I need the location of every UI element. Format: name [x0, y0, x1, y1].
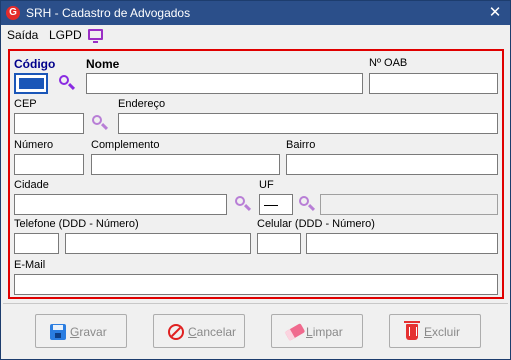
- cep-label: CEP: [14, 98, 37, 110]
- menu-item-saida[interactable]: Saída: [7, 28, 38, 42]
- cancelar-button[interactable]: Cancelar: [153, 314, 245, 348]
- trash-icon: [404, 321, 420, 340]
- celular-label: Celular (DDD - Número): [257, 218, 375, 230]
- gravar-label: Gravar: [70, 325, 107, 339]
- telefone-ddd-field[interactable]: [14, 233, 59, 254]
- cidade-search-icon[interactable]: [234, 195, 252, 213]
- divider: [3, 303, 508, 304]
- monitor-icon[interactable]: [88, 29, 103, 43]
- bairro-label: Bairro: [286, 139, 316, 151]
- uf-search-icon[interactable]: [298, 195, 316, 213]
- cep-search-icon[interactable]: [91, 114, 109, 132]
- endereco-field[interactable]: [118, 113, 498, 134]
- telefone-numero-field[interactable]: [65, 233, 251, 254]
- nome-label: Nome: [86, 57, 120, 71]
- numero-label: Número: [14, 139, 54, 151]
- uf-label: UF: [259, 179, 274, 191]
- codigo-field[interactable]: [14, 73, 48, 94]
- oab-field[interactable]: [369, 73, 498, 94]
- limpar-button[interactable]: Limpar: [271, 314, 363, 348]
- codigo-selection: [19, 78, 44, 89]
- complemento-label: Complemento: [91, 139, 160, 151]
- window-title: SRH - Cadastro de Advogados: [26, 6, 191, 20]
- bairro-field[interactable]: [286, 154, 498, 175]
- celular-numero-field[interactable]: [306, 233, 498, 254]
- uf-field[interactable]: [259, 194, 293, 215]
- codigo-label: Código: [14, 57, 56, 71]
- uf-value: [264, 205, 278, 206]
- endereco-label: Endereço: [118, 98, 166, 110]
- menu-bar: Saída LGPD: [1, 25, 510, 45]
- celular-ddd-field[interactable]: [257, 233, 301, 254]
- nome-field[interactable]: [86, 73, 363, 94]
- telefone-label: Telefone (DDD - Número): [14, 218, 139, 230]
- cidade-label: Cidade: [14, 179, 49, 191]
- limpar-label: Limpar: [306, 325, 343, 339]
- cancel-icon: [168, 324, 184, 340]
- cep-field[interactable]: [14, 113, 84, 134]
- title-bar[interactable]: G SRH - Cadastro de Advogados ✕: [1, 1, 510, 25]
- form-panel: Código Nome Nº OAB CEP Endereço Número C…: [8, 49, 504, 299]
- cancelar-label: Cancelar: [188, 325, 237, 339]
- excluir-label: Excluir: [424, 325, 461, 339]
- complemento-field[interactable]: [91, 154, 280, 175]
- email-label: E-Mail: [14, 259, 46, 271]
- codigo-search-icon[interactable]: [58, 74, 76, 92]
- close-button[interactable]: ✕: [486, 4, 504, 22]
- app-icon: G: [6, 6, 20, 20]
- main-window: G SRH - Cadastro de Advogados ✕ Saída LG…: [0, 0, 511, 360]
- excluir-button[interactable]: Excluir: [389, 314, 481, 348]
- uf-description-field: [320, 194, 498, 215]
- eraser-icon: [284, 323, 306, 341]
- gravar-button[interactable]: Gravar: [35, 314, 127, 348]
- cidade-field[interactable]: [14, 194, 227, 215]
- oab-label: Nº OAB: [369, 57, 408, 69]
- menu-item-lgpd[interactable]: LGPD: [49, 28, 82, 42]
- email-field[interactable]: [14, 274, 498, 295]
- save-icon: [50, 324, 66, 340]
- numero-field[interactable]: [14, 154, 84, 175]
